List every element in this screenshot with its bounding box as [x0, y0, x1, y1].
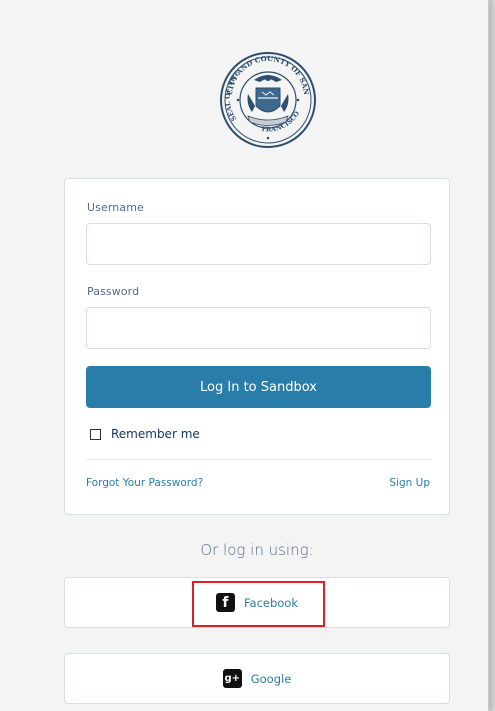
forgot-password-link[interactable]: Forgot Your Password? — [86, 477, 203, 489]
google-plus-icon: g+ — [222, 669, 242, 688]
login-page: CITY AND COUNTY OF SAN SEAL OF THE FRANC… — [0, 0, 489, 711]
username-label: Username — [87, 201, 144, 214]
google-login-button[interactable]: g+ Google — [64, 653, 450, 704]
form-divider — [86, 459, 431, 460]
remember-me-toggle[interactable]: Remember me — [90, 427, 200, 441]
city-seal-logo: CITY AND COUNTY OF SAN SEAL OF THE FRANC… — [218, 52, 316, 148]
username-input[interactable] — [86, 223, 431, 265]
social-login-heading: Or log in using: — [200, 541, 314, 559]
login-card: Username Password Log In to Sandbox Reme… — [64, 178, 450, 515]
password-input[interactable] — [86, 307, 431, 349]
highlight-box — [192, 581, 325, 627]
login-button[interactable]: Log In to Sandbox — [86, 366, 431, 408]
remember-me-checkbox[interactable] — [90, 428, 101, 440]
google-label: Google — [250, 671, 292, 686]
sign-up-link[interactable]: Sign Up — [389, 477, 430, 489]
password-label: Password — [87, 285, 140, 298]
remember-me-label: Remember me — [111, 427, 200, 441]
